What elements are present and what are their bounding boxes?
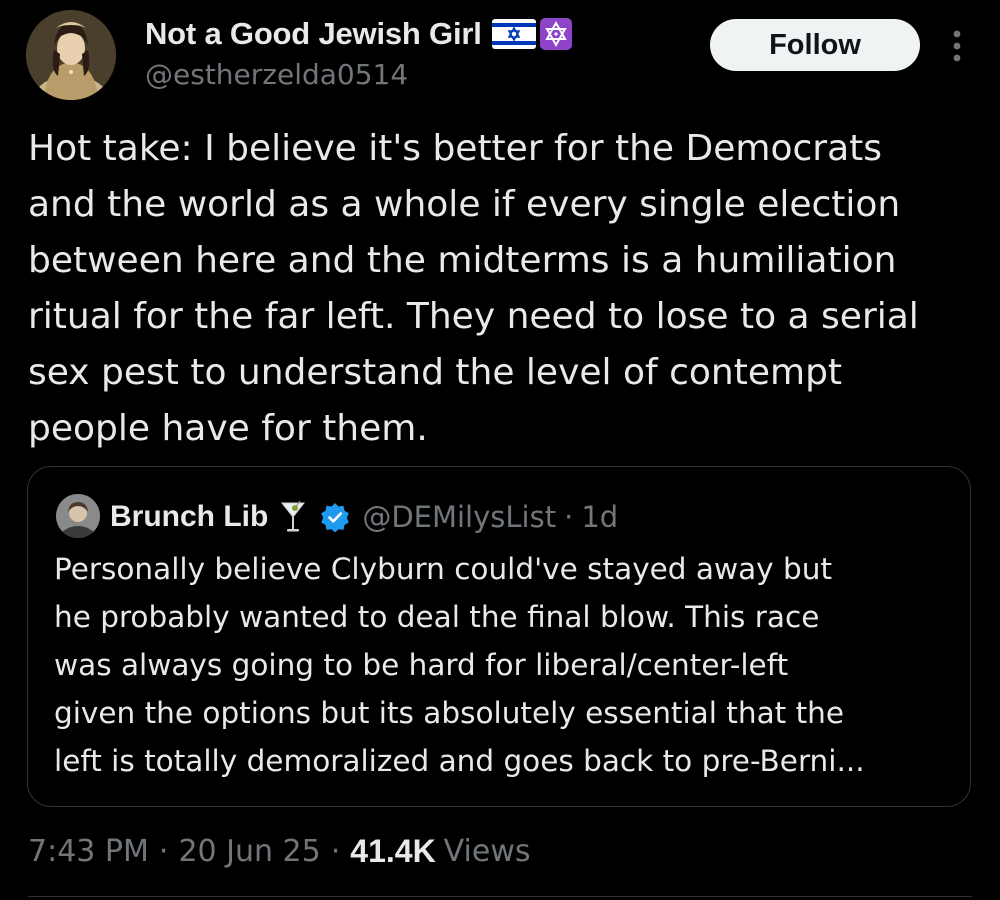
quoted-display-name[interactable]: Brunch Lib [110,500,268,534]
author-handle[interactable]: @estherzelda0514 [145,58,408,91]
tweet-date[interactable]: 20 Jun 25 [178,834,320,869]
tweet-text: Hot take: I believe it's better for the … [28,128,919,449]
separator-dot: · [330,833,341,869]
israel-flag-icon [491,19,536,49]
author-display-name[interactable]: Not a Good Jewish Girl [145,16,482,52]
tweet-meta: 7:43 PM · 20 Jun 25 · 41.4K Views [28,826,531,876]
more-vertical-icon[interactable] [944,24,970,68]
views-count[interactable]: 41.4K [350,833,435,870]
quoted-author-avatar[interactable] [56,494,100,538]
author-avatar[interactable] [26,10,116,100]
quoted-header: Brunch Lib @DEMilysList · 1d [110,495,618,539]
quoted-handle[interactable]: @DEMilysList [362,500,556,534]
divider [28,896,972,897]
tweet-time[interactable]: 7:43 PM [28,834,149,869]
separator-dot: · [158,833,169,869]
quoted-timestamp[interactable]: 1d [581,500,618,534]
star-of-david-icon [539,18,572,50]
separator-dot: · [564,500,574,534]
views-label: Views [443,833,531,869]
cocktail-glass-icon [280,500,306,534]
author-name-row: Not a Good Jewish Girl [145,14,572,54]
quoted-tweet-card[interactable]: Brunch Lib @DEMilysList · 1d Personally … [27,466,971,807]
quoted-tweet-text: Personally believe Clyburn could've stay… [54,552,865,778]
follow-button[interactable]: Follow [710,19,920,71]
verified-badge-icon [320,502,350,533]
